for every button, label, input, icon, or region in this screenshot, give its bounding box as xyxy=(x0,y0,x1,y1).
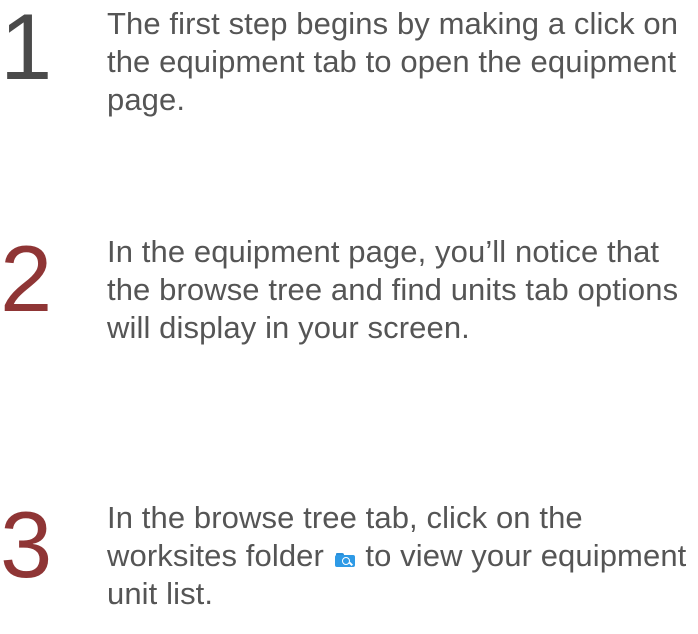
step-text: The first step begins by making a click … xyxy=(107,6,679,117)
step-number: 2 xyxy=(0,226,53,331)
step-text: In the browse tree tab, click on the wor… xyxy=(107,499,697,613)
worksites-folder-icon xyxy=(334,553,355,567)
step-number: 3 xyxy=(0,492,53,597)
step-text: In the equipment page, you’ll notice tha… xyxy=(107,234,679,345)
step-number: 1 xyxy=(0,0,53,99)
